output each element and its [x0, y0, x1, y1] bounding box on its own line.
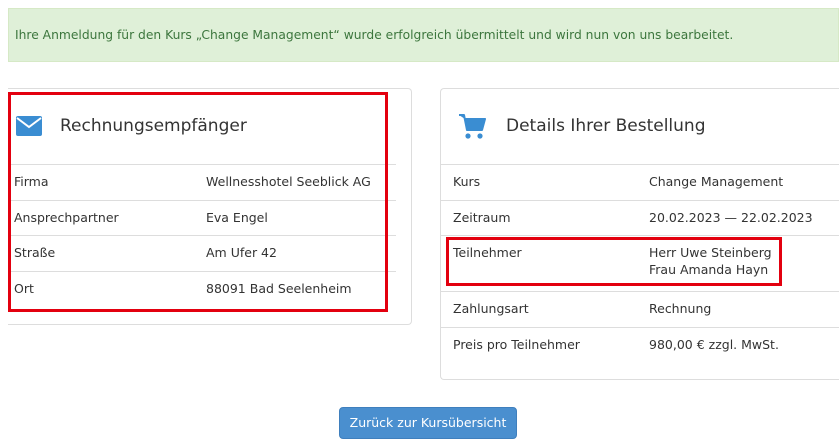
table-row: Zahlungsart Rechnung [441, 291, 839, 326]
envelope-icon [16, 116, 42, 136]
row-value: 980,00 € zzgl. MwSt. [649, 337, 779, 352]
success-message: Ihre Anmeldung für den Kurs „Change Mana… [15, 28, 734, 42]
row-value: Eva Engel [206, 210, 268, 225]
row-label: Zahlungsart [453, 301, 529, 316]
row-label: Firma [14, 174, 49, 189]
invoice-panel-header: Rechnungsempfänger [16, 109, 247, 143]
participant-name: Herr Uwe Steinberg [649, 245, 772, 260]
row-value: Rechnung [649, 301, 712, 316]
row-value: Am Ufer 42 [206, 245, 277, 260]
row-label: Zeitraum [453, 210, 511, 225]
table-row: Firma Wellnesshotel Seeblick AG [8, 164, 396, 199]
row-label: Ort [14, 281, 34, 296]
back-to-course-overview-button[interactable]: Zurück zur Kursübersicht [339, 407, 517, 439]
invoice-panel-title: Rechnungsempfänger [60, 116, 247, 136]
participants-list: Herr Uwe Steinberg Frau Amanda Hayn [649, 244, 772, 278]
order-panel-header: Details Ihrer Bestellung [458, 109, 705, 143]
table-row: Preis pro Teilnehmer 980,00 € zzgl. MwSt… [441, 327, 839, 362]
table-row: Ort 88091 Bad Seelenheim [8, 271, 396, 306]
order-details-panel: Details Ihrer Bestellung Kurs Change Man… [440, 88, 839, 380]
row-label: Kurs [453, 174, 481, 189]
row-label: Ansprechpartner [14, 210, 119, 225]
participant-name: Frau Amanda Hayn [649, 262, 769, 277]
table-row: Kurs Change Management [441, 164, 839, 199]
row-label: Teilnehmer [453, 245, 522, 260]
invoice-recipient-panel: Rechnungsempfänger Firma Wellnesshotel S… [8, 88, 412, 325]
shopping-cart-icon [458, 112, 486, 140]
row-value: Change Management [649, 174, 784, 189]
success-alert: Ihre Anmeldung für den Kurs „Change Mana… [8, 8, 839, 62]
table-row: Zeitraum 20.02.2023 — 22.02.2023 [441, 200, 839, 235]
row-value: Wellnesshotel Seeblick AG [206, 174, 371, 189]
table-row: Straße Am Ufer 42 [8, 235, 396, 270]
row-label: Preis pro Teilnehmer [453, 337, 580, 352]
row-value: 20.02.2023 — 22.02.2023 [649, 210, 813, 225]
row-label: Straße [14, 245, 56, 260]
row-value: 88091 Bad Seelenheim [206, 281, 352, 296]
order-panel-title: Details Ihrer Bestellung [506, 116, 706, 136]
table-row: Ansprechpartner Eva Engel [8, 200, 396, 235]
table-row: Teilnehmer Herr Uwe Steinberg Frau Amand… [441, 235, 839, 291]
